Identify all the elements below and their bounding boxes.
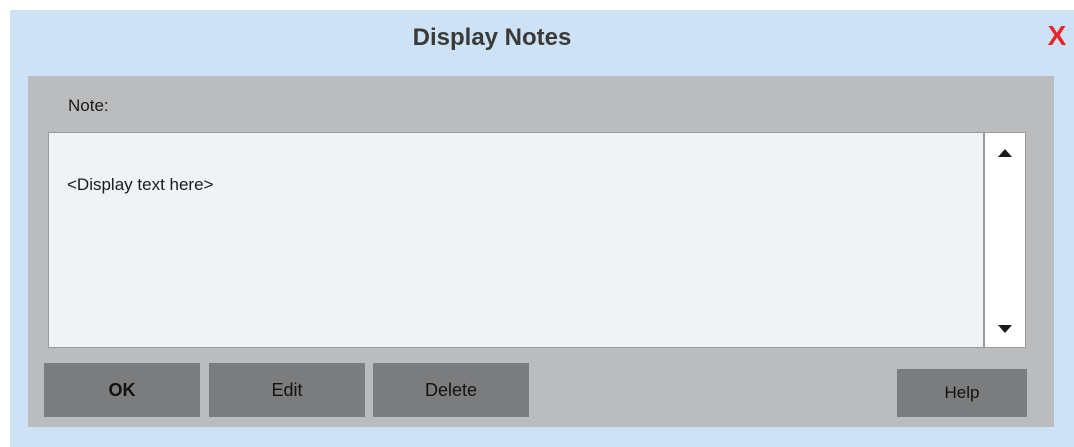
dialog-title: Display Notes bbox=[412, 24, 572, 51]
help-button[interactable]: Help bbox=[897, 369, 1027, 417]
close-icon[interactable]: X bbox=[1042, 20, 1072, 52]
note-text-area[interactable]: <Display text here> bbox=[48, 132, 984, 348]
delete-button[interactable]: Delete bbox=[373, 363, 529, 417]
display-notes-dialog: Display Notes X Note: <Display text here… bbox=[10, 10, 1074, 447]
scroll-down-button[interactable] bbox=[985, 317, 1025, 341]
ok-button[interactable]: OK bbox=[44, 363, 200, 417]
scroll-up-button[interactable] bbox=[985, 141, 1025, 165]
note-label: Note: bbox=[68, 96, 109, 115]
edit-button[interactable]: Edit bbox=[209, 363, 365, 417]
triangle-down-icon bbox=[998, 325, 1012, 333]
note-scrollbar[interactable] bbox=[984, 132, 1026, 348]
triangle-up-icon bbox=[998, 149, 1012, 157]
dialog-content-panel: Note: <Display text here> OK Edit Delete… bbox=[28, 76, 1054, 427]
note-text: <Display text here> bbox=[67, 175, 214, 194]
